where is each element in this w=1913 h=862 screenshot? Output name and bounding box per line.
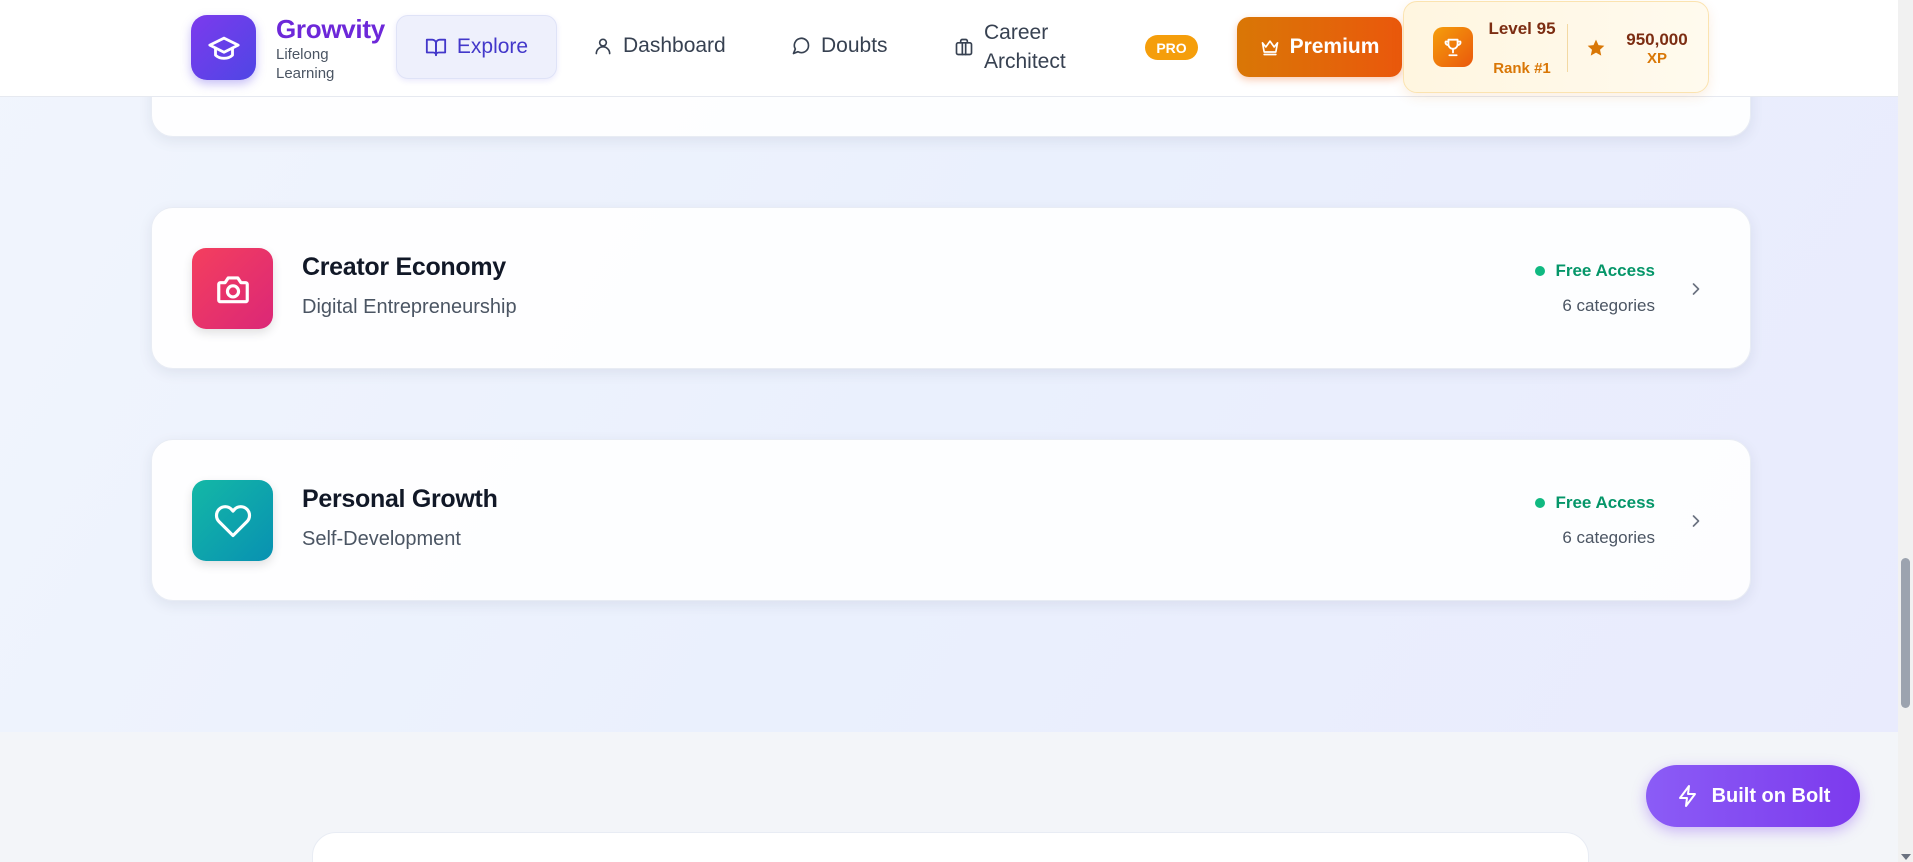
built-on-bolt-button[interactable]: Built on Bolt	[1646, 765, 1860, 827]
xp-value: 950,000	[1626, 30, 1688, 49]
brand-name[interactable]: Growvity	[276, 14, 385, 45]
rank-value: Rank #1	[1493, 60, 1551, 77]
brand-tagline: Lifelong Learning	[276, 46, 335, 82]
nav-dashboard[interactable]: Dashboard	[593, 34, 726, 58]
card-title: Personal Growth	[302, 485, 498, 513]
star-icon	[1587, 39, 1605, 56]
premium-button[interactable]: Premium	[1237, 17, 1402, 77]
status-dot-icon	[1535, 266, 1546, 276]
status-dot-icon	[1535, 498, 1546, 508]
premium-label: Premium	[1289, 35, 1380, 58]
bolt-label: Built on Bolt	[1711, 784, 1831, 807]
scrollbar-thumb[interactable]	[1901, 558, 1910, 708]
user-icon	[595, 38, 611, 55]
lightning-bolt-icon	[1678, 785, 1696, 807]
access-status: Free Access	[1535, 493, 1655, 513]
nav-doubts-label: Doubts	[821, 34, 888, 57]
access-label: Free Access	[1555, 493, 1655, 512]
vertical-scrollbar[interactable]	[1898, 0, 1913, 862]
trophy-icon	[1433, 27, 1473, 67]
camera-icon	[192, 248, 273, 329]
category-count: 6 categories	[1562, 528, 1655, 547]
briefcase-icon	[955, 38, 973, 56]
heart-icon	[192, 480, 273, 561]
nav-career-architect[interactable]: Career Architect	[954, 18, 1079, 76]
card-subtitle: Self-Development	[302, 528, 461, 550]
scroll-down-arrow-icon[interactable]	[1901, 854, 1911, 860]
chevron-right-icon[interactable]	[1686, 279, 1706, 299]
category-count: 6 categories	[1562, 296, 1655, 315]
chevron-right-icon[interactable]	[1686, 511, 1706, 531]
nav-doubts[interactable]: Doubts	[791, 34, 888, 58]
crown-icon	[1261, 40, 1278, 56]
category-card-personal-growth[interactable]: Personal Growth Self-Development Free Ac…	[151, 439, 1751, 601]
level-value: Level 95	[1488, 19, 1556, 38]
nav-dashboard-label: Dashboard	[623, 34, 726, 57]
top-navigation-bar: Growvity Lifelong Learning Explore Dashb…	[0, 0, 1898, 97]
access-label: Free Access	[1555, 261, 1655, 280]
stats-divider	[1567, 24, 1568, 72]
xp-label: XP	[1646, 50, 1667, 67]
card-title: Creator Economy	[302, 253, 506, 281]
bottom-section-card	[312, 832, 1589, 862]
pro-badge: PRO	[1145, 35, 1198, 60]
access-status: Free Access	[1535, 261, 1655, 281]
nav-career-label: Career Architect	[984, 21, 1066, 73]
user-stats-panel[interactable]: Level 95 Rank #1 950,000 XP	[1403, 1, 1709, 93]
logo-graduation-cap-icon[interactable]	[191, 15, 256, 80]
message-circle-icon	[792, 37, 810, 55]
category-card-creator-economy[interactable]: Creator Economy Digital Entrepreneurship…	[151, 207, 1751, 369]
nav-explore[interactable]: Explore	[396, 15, 557, 79]
card-subtitle: Digital Entrepreneurship	[302, 296, 517, 318]
book-open-icon	[425, 38, 446, 57]
nav-explore-label: Explore	[456, 35, 529, 58]
